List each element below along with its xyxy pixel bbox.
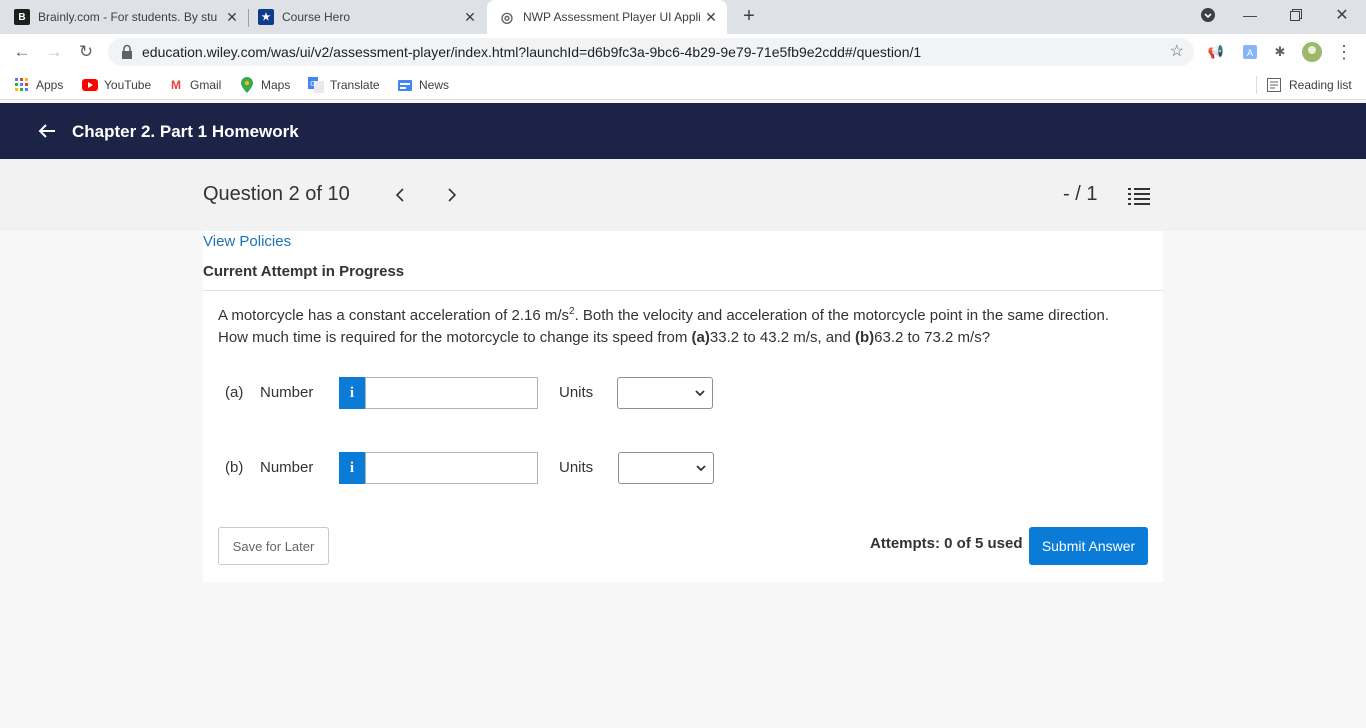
close-tab-icon[interactable]: ✕ (703, 9, 719, 25)
question-navigation-bar: Question 2 of 10 - / 1 (0, 159, 1366, 231)
back-arrow-icon[interactable]: ← (10, 40, 34, 64)
assignment-header: Chapter 2. Part 1 Homework (0, 103, 1366, 159)
lock-icon (122, 44, 132, 59)
bookmark-label: YouTube (104, 78, 152, 92)
tab-separator (248, 9, 249, 27)
bookmark-label: Translate (330, 78, 380, 92)
question-counter: Question 2 of 10 (203, 183, 350, 205)
units-select-b[interactable] (618, 452, 714, 484)
bookmark-apps[interactable]: Apps (14, 76, 63, 94)
attempts-counter: Attempts: 0 of 5 used (870, 535, 1023, 552)
restore-icon[interactable] (1276, 0, 1316, 30)
url-text: education.wiley.com/was/ui/v2/assessment… (142, 44, 922, 60)
profile-avatar[interactable] (1302, 42, 1322, 62)
submit-answer-button[interactable]: Submit Answer (1029, 527, 1148, 565)
new-tab-icon[interactable]: + (738, 5, 760, 27)
tab-nwp-assessment[interactable]: ◎ NWP Assessment Player UI Appli ✕ (487, 0, 727, 34)
course-hero-favicon-icon: ★ (258, 9, 274, 25)
question-text-part: A motorcycle has a constant acceleration… (218, 307, 570, 324)
svg-text:A: A (1247, 48, 1253, 58)
back-arrow-icon[interactable] (38, 119, 58, 143)
question-text-part: 33.2 to 43.2 m/s, and (709, 329, 855, 346)
next-question-chevron-icon[interactable] (442, 183, 462, 207)
bookmark-label: Apps (36, 78, 64, 92)
units-label: Units (559, 459, 594, 476)
maps-pin-icon (239, 77, 255, 93)
question-text: A motorcycle has a constant acceleration… (218, 301, 1118, 349)
number-input-b[interactable] (365, 452, 538, 484)
bookmark-translate[interactable]: G Translate (308, 76, 380, 94)
youtube-icon (82, 77, 98, 93)
browser-menu-icon[interactable]: ⋮ (1334, 42, 1354, 62)
bookmark-maps[interactable]: Maps (239, 76, 290, 94)
reload-icon[interactable]: ↻ (74, 40, 98, 64)
apps-grid-icon (14, 77, 30, 93)
attempt-status: Current Attempt in Progress (203, 263, 405, 280)
bookmark-news[interactable]: News (397, 76, 449, 94)
reading-list-icon (1267, 78, 1281, 92)
bookmark-label: Maps (261, 78, 291, 92)
browser-tab-strip: B Brainly.com - For students. By stu ✕ ★… (0, 0, 1366, 34)
close-tab-icon[interactable]: ✕ (462, 9, 478, 25)
divider (203, 290, 1163, 291)
translate-icon: G (308, 77, 324, 93)
question-score: - / 1 (1063, 183, 1098, 205)
part-label: (a) (225, 384, 244, 401)
close-tab-icon[interactable]: ✕ (224, 9, 240, 25)
reading-list-label: Reading list (1289, 78, 1352, 92)
tab-title: Course Hero (282, 10, 351, 24)
question-card: View Policies Current Attempt in Progres… (203, 231, 1163, 582)
save-for-later-button[interactable]: Save for Later (218, 527, 329, 565)
reading-list-button[interactable]: Reading list (1256, 76, 1352, 94)
previous-question-chevron-icon[interactable] (390, 183, 410, 207)
gmail-icon: M (171, 78, 181, 92)
news-icon (397, 77, 413, 93)
units-select-a[interactable] (617, 377, 713, 409)
svg-text:G: G (310, 81, 315, 88)
chevron-down-icon (695, 390, 705, 397)
chevron-down-icon (696, 465, 706, 472)
tab-course-hero[interactable]: ★ Course Hero ✕ (258, 0, 484, 34)
part-label: (b) (225, 459, 244, 476)
bookmark-label: Gmail (190, 78, 222, 92)
browser-toolbar: ← → ↻ education.wiley.com/was/ui/v2/asse… (0, 34, 1366, 70)
number-label: Number (260, 384, 314, 401)
tab-brainly[interactable]: B Brainly.com - For students. By stu ✕ (14, 0, 246, 34)
info-icon[interactable]: i (339, 377, 365, 409)
units-label: Units (559, 384, 594, 401)
assignment-title: Chapter 2. Part 1 Homework (72, 122, 299, 141)
forward-arrow-icon[interactable]: → (42, 40, 66, 64)
address-bar[interactable]: education.wiley.com/was/ui/v2/assessment… (108, 38, 1194, 66)
number-input-a[interactable] (365, 377, 538, 409)
brainly-favicon-icon: B (14, 9, 30, 25)
number-label: Number (260, 459, 314, 476)
question-text-part: 63.2 to 73.2 m/s? (874, 329, 991, 346)
tab-title: Brainly.com - For students. By stu (38, 10, 218, 24)
part-b-marker: (b) (854, 329, 875, 346)
close-window-icon[interactable]: ✕ (1322, 0, 1362, 30)
tab-title: NWP Assessment Player UI Appli (523, 10, 701, 24)
bookmarks-bar: Apps YouTube M Gmail Maps G Translate Ne… (0, 70, 1366, 100)
info-icon[interactable]: i (339, 452, 365, 484)
question-list-icon[interactable] (1128, 187, 1150, 205)
tab-search-icon[interactable] (1188, 0, 1228, 30)
part-a-marker: (a) (691, 329, 710, 346)
bookmark-label: News (419, 78, 450, 92)
bookmark-gmail[interactable]: M Gmail (168, 76, 221, 94)
translate-extension-icon[interactable]: A (1240, 42, 1260, 62)
bookmark-youtube[interactable]: YouTube (82, 76, 151, 94)
bookmark-star-icon[interactable]: ☆ (1170, 41, 1184, 61)
extensions-puzzle-icon[interactable]: ✱ (1270, 42, 1290, 62)
minimize-icon[interactable]: — (1230, 0, 1270, 30)
megaphone-extension-icon[interactable]: 📢 (1206, 42, 1226, 62)
globe-favicon-icon: ◎ (500, 8, 514, 25)
view-policies-link[interactable]: View Policies (203, 233, 291, 250)
